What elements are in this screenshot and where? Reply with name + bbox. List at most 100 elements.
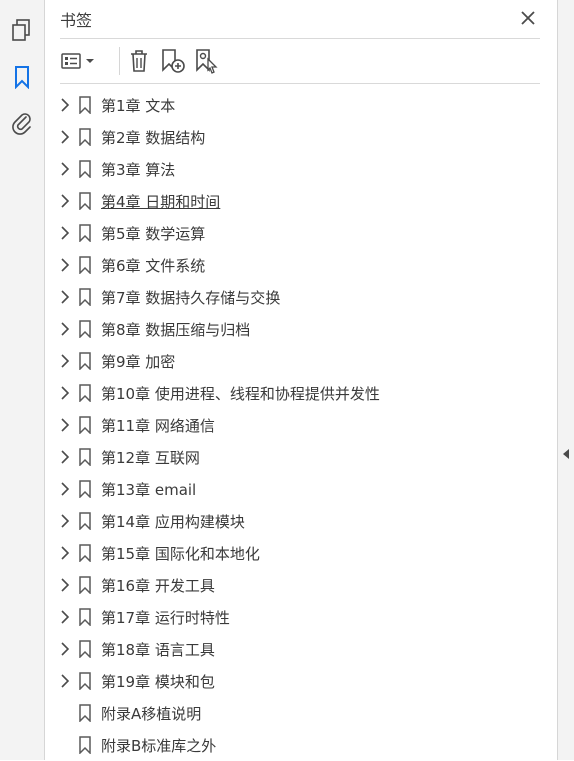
expand-toggle[interactable]	[57, 481, 73, 497]
expand-toggle[interactable]	[57, 449, 73, 465]
bookmark-item[interactable]: 第15章 国际化和本地化	[45, 537, 557, 569]
expand-toggle[interactable]	[57, 321, 73, 337]
bookmark-item[interactable]: 第8章 数据压缩与归档	[45, 313, 557, 345]
bookmark-label: 第4章 日期和时间	[101, 193, 221, 211]
chevron-right-icon	[61, 386, 70, 400]
bookmark-item[interactable]: 第3章 算法	[45, 153, 557, 185]
new-bookmark-from-structure-icon	[196, 49, 218, 74]
bookmark-item[interactable]: 附录A移植说明	[45, 697, 557, 729]
bookmark-label: 第1章 文本	[101, 97, 176, 115]
bookmark-label: 第12章 互联网	[101, 449, 200, 467]
chevron-right-icon	[61, 98, 70, 112]
delete-bookmark-button[interactable]	[126, 46, 152, 76]
expand-toggle[interactable]	[57, 289, 73, 305]
expand-toggle[interactable]	[57, 385, 73, 401]
bookmark-icon	[78, 576, 92, 595]
bookmark-icon	[78, 224, 92, 243]
close-button[interactable]	[516, 6, 540, 30]
bookmark-label: 第15章 国际化和本地化	[101, 545, 260, 563]
bookmark-icon	[78, 384, 92, 403]
expand-toggle[interactable]	[57, 513, 73, 529]
bookmark-label: 附录A移植说明	[101, 705, 202, 723]
expand-toggle[interactable]	[57, 577, 73, 593]
bookmark-icon	[78, 192, 92, 211]
bookmark-label: 第17章 运行时特性	[101, 609, 230, 627]
bookmark-label: 第8章 数据压缩与归档	[101, 321, 251, 339]
bookmark-item[interactable]: 第2章 数据结构	[45, 121, 557, 153]
bookmark-tree: 第1章 文本第2章 数据结构第3章 算法第4章 日期和时间 第5章 数学运算 第6章…	[45, 89, 557, 761]
bookmark-item[interactable]: 第10章 使用进程、线程和协程提供并发性	[45, 377, 557, 409]
options-menu-icon	[61, 53, 94, 69]
bookmark-item[interactable]: 第12章 互联网	[45, 441, 557, 473]
new-bookmark-from-structure-button[interactable]	[194, 46, 220, 76]
bookmark-icon	[78, 640, 92, 659]
bookmark-item[interactable]: 第11章 网络通信	[45, 409, 557, 441]
bookmark-icon	[78, 736, 92, 755]
bookmark-item[interactable]: 第16章 开发工具	[45, 569, 557, 601]
panel-title: 书签	[60, 11, 93, 30]
bookmark-item[interactable]: 第1章 文本	[45, 89, 557, 121]
expand-toggle[interactable]	[57, 257, 73, 273]
chevron-right-icon	[61, 578, 70, 592]
attachments-button[interactable]	[6, 107, 38, 139]
bookmark-label: 第7章 数据持久存储与交换	[101, 289, 281, 307]
chevron-right-icon	[61, 130, 70, 144]
pages-icon	[12, 19, 30, 41]
bookmark-item[interactable]: 第7章 数据持久存储与交换	[45, 281, 557, 313]
page-thumbnails-button[interactable]	[6, 14, 38, 46]
delete-icon	[131, 50, 147, 72]
expand-toggle[interactable]	[57, 417, 73, 433]
bookmark-icon	[78, 288, 92, 307]
bookmark-item[interactable]: 附录B标准库之外	[45, 729, 557, 761]
right-pane-gutter	[557, 0, 574, 760]
collapse-panel-handle[interactable]	[561, 446, 571, 462]
expand-toggle[interactable]	[57, 545, 73, 561]
bookmark-icon	[78, 544, 92, 563]
chevron-right-icon	[61, 194, 70, 208]
bookmark-icon	[78, 416, 92, 435]
chevron-right-icon	[61, 450, 70, 464]
expand-toggle[interactable]	[57, 353, 73, 369]
bookmark-item[interactable]: 第4章 日期和时间	[45, 185, 557, 217]
expand-toggle[interactable]	[57, 641, 73, 657]
bookmark-label: 第11章 网络通信	[101, 417, 215, 435]
bookmark-item[interactable]: 第5章 数学运算	[45, 217, 557, 249]
bookmark-label: 第10章 使用进程、线程和协程提供并发性	[101, 385, 380, 403]
expand-toggle[interactable]	[57, 129, 73, 145]
chevron-right-icon	[61, 418, 70, 432]
options-menu-button[interactable]	[60, 46, 98, 76]
bookmark-icon	[78, 704, 92, 723]
expand-toggle[interactable]	[57, 609, 73, 625]
bookmark-item[interactable]: 第6章 文件系统	[45, 249, 557, 281]
bookmark-icon	[78, 96, 92, 115]
bookmark-icon	[78, 128, 92, 147]
bookmark-icon	[78, 448, 92, 467]
bookmark-item[interactable]: 第17章 运行时特性	[45, 601, 557, 633]
bookmark-item[interactable]: 第18章 语言工具	[45, 633, 557, 665]
chevron-right-icon	[61, 674, 70, 688]
chevron-right-icon	[61, 482, 70, 496]
expand-toggle[interactable]	[57, 97, 73, 113]
chevron-right-icon	[61, 354, 70, 368]
bookmark-label: 第5章 数学运算	[101, 225, 206, 243]
bookmark-item[interactable]: 第13章 email	[45, 473, 557, 505]
bookmark-item[interactable]: 第9章 加密	[45, 345, 557, 377]
bookmarks-toolbar	[60, 39, 540, 84]
expand-toggle[interactable]	[57, 193, 73, 209]
chevron-right-icon	[61, 162, 70, 176]
chevron-right-icon	[61, 322, 70, 336]
bookmark-item[interactable]: 第14章 应用构建模块	[45, 505, 557, 537]
bookmark-icon	[78, 672, 92, 691]
expand-toggle[interactable]	[57, 673, 73, 689]
attachment-icon	[12, 113, 31, 135]
expand-toggle[interactable]	[57, 161, 73, 177]
close-icon	[521, 11, 535, 25]
new-bookmark-button[interactable]	[160, 46, 186, 76]
expand-toggle[interactable]	[57, 225, 73, 241]
bookmarks-panel-button[interactable]	[6, 61, 38, 93]
bookmark-label: 第14章 应用构建模块	[101, 513, 245, 531]
bookmark-label: 第16章 开发工具	[101, 577, 215, 595]
bookmark-label: 第6章 文件系统	[101, 257, 206, 275]
bookmark-item[interactable]: 第19章 模块和包	[45, 665, 557, 697]
bookmark-label: 第2章 数据结构	[101, 129, 206, 147]
